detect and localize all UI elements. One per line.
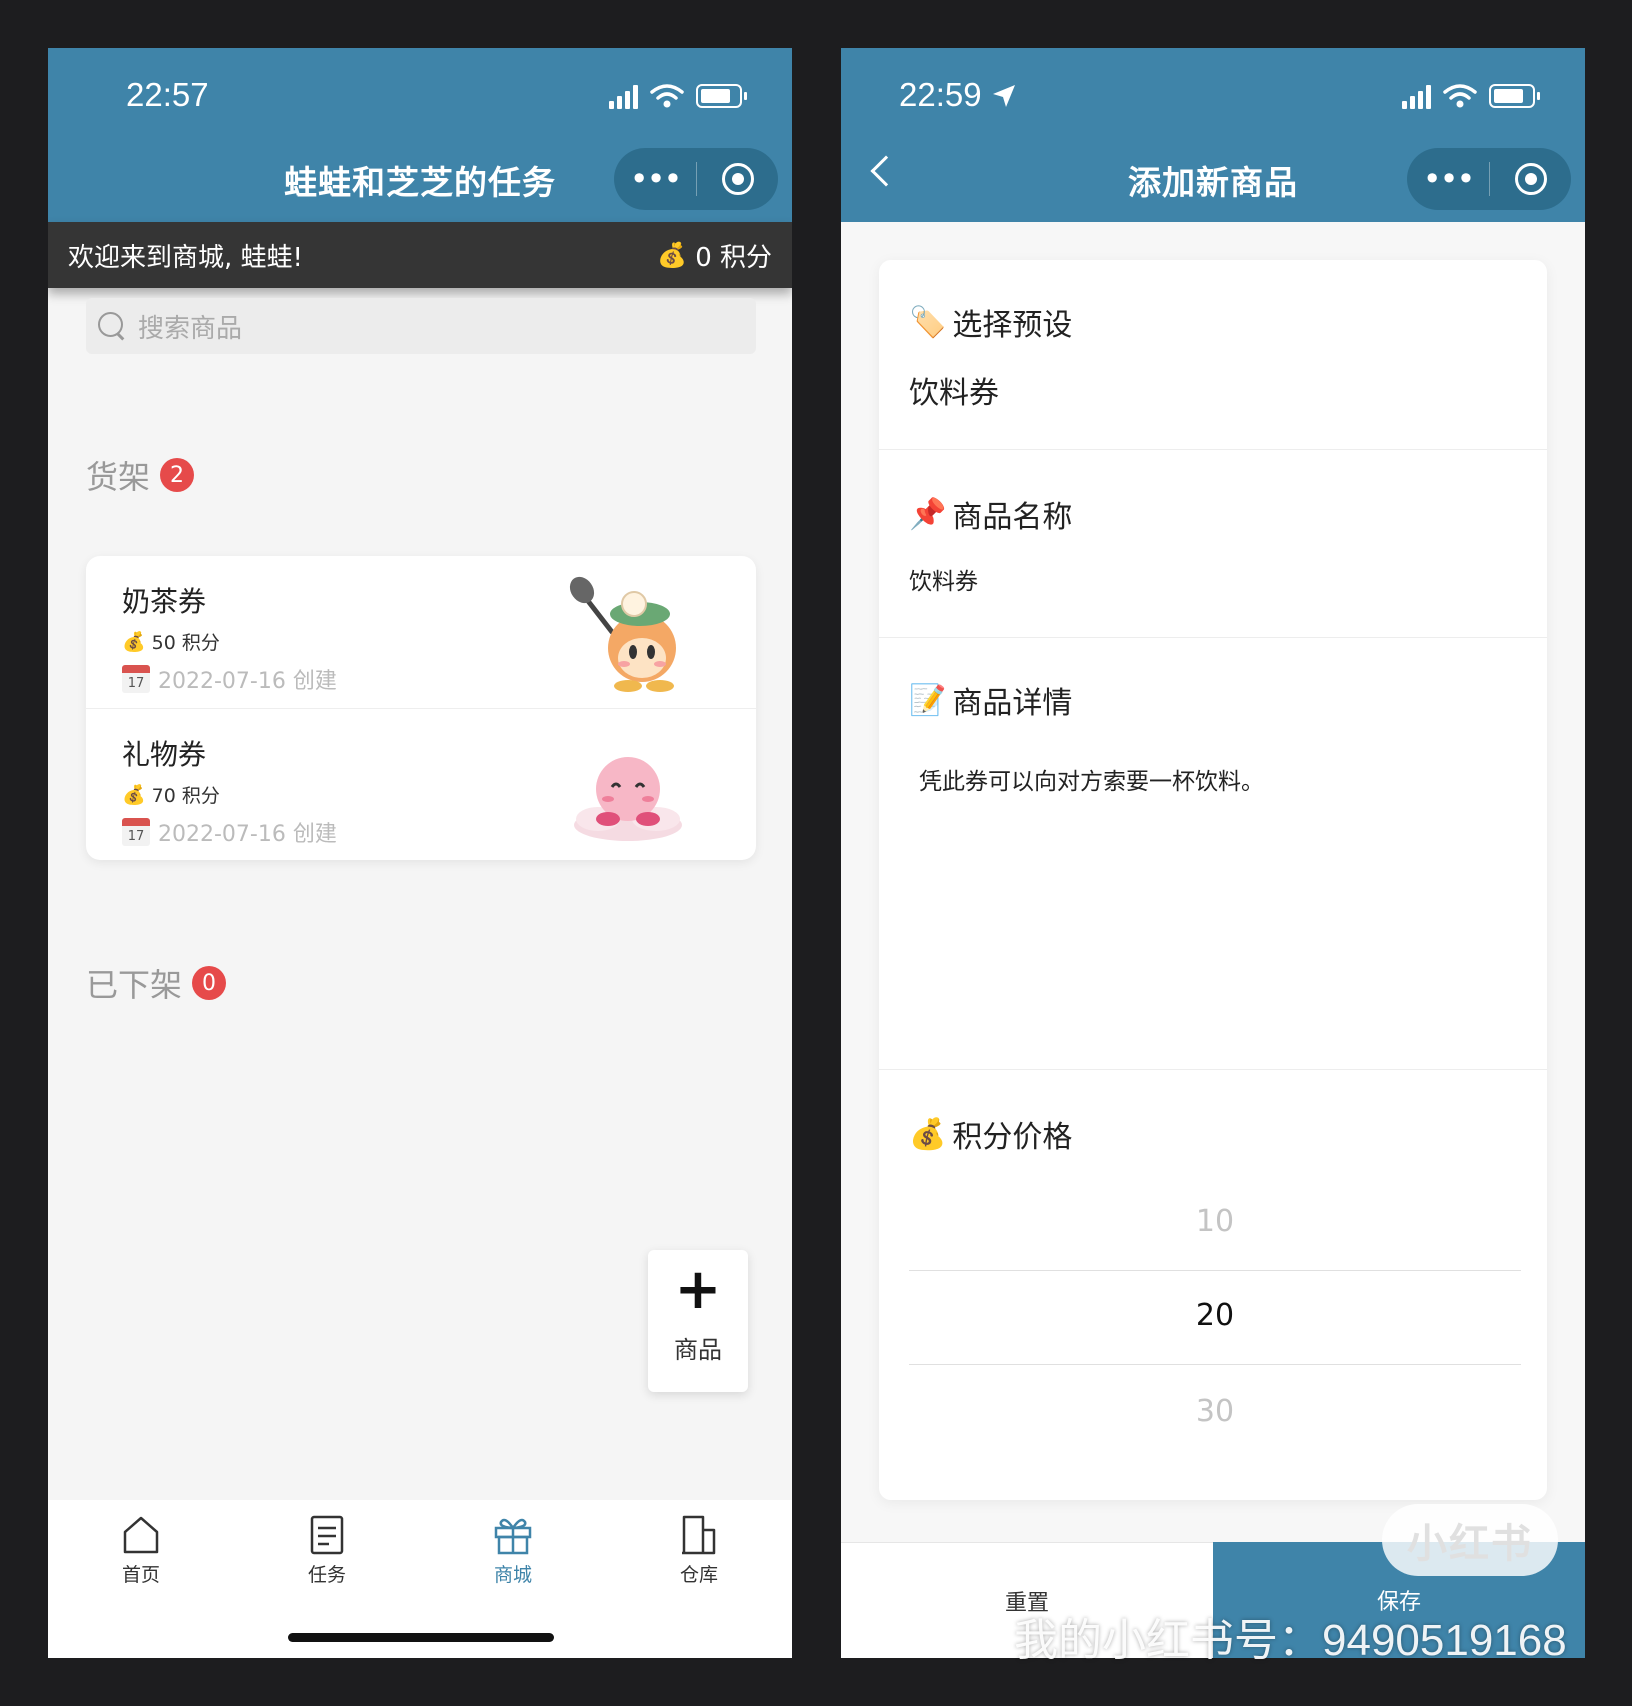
picker-indicator-bottom — [909, 1364, 1521, 1365]
memo-icon: 📝 — [909, 682, 947, 718]
price-label-text: 积分价格 — [952, 1120, 1073, 1155]
warehouse-icon — [682, 1515, 716, 1555]
money-bag-icon: 💰 — [122, 631, 146, 653]
product-name-input[interactable]: 饮料券 — [909, 562, 978, 596]
close-miniprogram-button[interactable] — [1490, 163, 1571, 195]
home-icon — [123, 1516, 159, 1554]
location-arrow-icon — [992, 85, 1015, 107]
calendar-icon: 17 — [122, 665, 150, 693]
wifi-icon — [1443, 84, 1477, 108]
tab-home[interactable]: 首页 — [81, 1514, 201, 1587]
offshelf-label: 已下架 — [86, 966, 183, 1004]
tab-tasks[interactable]: 任务 — [267, 1514, 387, 1587]
name-label: 📌 商品名称 — [909, 492, 1072, 536]
xiaohongshu-logo: 小红书 — [1382, 1504, 1558, 1576]
tab-tasks-label: 任务 — [307, 1564, 346, 1586]
points-balance: 💰 0 积分 — [657, 237, 772, 274]
calendar-icon: 17 — [122, 818, 150, 846]
tab-warehouse-label: 仓库 — [679, 1564, 718, 1586]
close-miniprogram-button[interactable] — [697, 163, 778, 195]
wifi-icon — [650, 84, 684, 108]
welcome-text: 欢迎来到商城, 蛙蛙! — [68, 242, 303, 273]
offshelf-count-badge: 0 — [192, 966, 227, 1000]
item-date-value: 2022-07-16 创建 — [158, 822, 337, 847]
miniprogram-capsule: ••• — [614, 148, 778, 210]
tab-bar: 首页 任务 商城 仓库 — [48, 1500, 792, 1658]
label-tag-icon: 🏷️ — [909, 304, 947, 340]
search-icon — [98, 312, 126, 340]
shelf-list: 奶茶券 💰 50 积分 17 2022-07-16 创建 礼物券 💰 70 积分… — [86, 556, 756, 860]
target-icon — [721, 163, 754, 195]
name-section: 📌 商品名称 饮料券 — [879, 450, 1547, 638]
preset-section[interactable]: 🏷️ 选择预设 饮料券 — [879, 260, 1547, 450]
add-product-screen: 22:59 添加新商品 ••• 🏷️ 选择预设 饮料券 📌 商品名称 饮料券 📝… — [841, 48, 1585, 1658]
item-date-value: 2022-07-16 创建 — [158, 669, 337, 694]
more-button[interactable]: ••• — [1407, 148, 1489, 210]
price-option[interactable]: 30 — [909, 1394, 1521, 1429]
money-bag-icon: 💰 — [657, 241, 688, 269]
shelf-count-badge: 2 — [160, 458, 195, 492]
preset-label-text: 选择预设 — [952, 308, 1073, 343]
offshelf-section-header[interactable]: 已下架 0 — [86, 960, 227, 1006]
name-label-text: 商品名称 — [952, 500, 1073, 535]
item-points-value: 70 积分 — [151, 785, 220, 807]
price-option-selected[interactable]: 20 — [909, 1298, 1521, 1333]
more-button[interactable]: ••• — [614, 148, 696, 210]
tab-warehouse[interactable]: 仓库 — [639, 1514, 759, 1587]
preset-label: 🏷️ 选择预设 — [909, 300, 1072, 344]
status-bar: 22:59 添加新商品 ••• — [841, 48, 1585, 222]
welcome-bar: 欢迎来到商城, 蛙蛙! 💰 0 积分 — [48, 222, 792, 288]
add-product-button[interactable]: + 商品 — [648, 1250, 748, 1392]
money-bag-icon: 💰 — [909, 1116, 947, 1152]
search-placeholder: 搜索商品 — [138, 313, 243, 344]
plus-icon: + — [674, 1257, 722, 1322]
detail-section: 📝 商品详情 凭此券可以向对方索要一杯饮料。 — [879, 638, 1547, 1070]
status-time-value: 22:59 — [899, 76, 982, 113]
item-points-value: 50 积分 — [151, 632, 220, 654]
watermark-text: 我的小红书号：9490519168 — [1014, 1616, 1567, 1665]
money-bag-icon: 💰 — [122, 784, 146, 806]
task-icon — [310, 1515, 344, 1555]
pushpin-icon: 📌 — [909, 496, 947, 532]
product-detail-textarea[interactable]: 凭此券可以向对方索要一杯饮料。 — [919, 762, 1264, 796]
price-label: 💰 积分价格 — [909, 1112, 1072, 1156]
preset-select[interactable]: 饮料券 — [909, 368, 999, 412]
search-input[interactable]: 搜索商品 — [86, 298, 756, 354]
home-indicator — [288, 1633, 554, 1642]
list-item[interactable]: 礼物券 💰 70 积分 17 2022-07-16 创建 — [86, 708, 756, 860]
system-icons — [1402, 83, 1540, 109]
picker-indicator-top — [909, 1270, 1521, 1271]
product-form: 🏷️ 选择预设 饮料券 📌 商品名称 饮料券 📝 商品详情 凭此券可以向对方索要… — [879, 260, 1547, 1500]
shelf-section-header[interactable]: 货架 2 — [86, 452, 195, 498]
add-product-label: 商品 — [674, 1336, 722, 1364]
tab-shop-label: 商城 — [493, 1564, 532, 1586]
target-icon — [1514, 163, 1547, 195]
status-time: 22:59 — [899, 76, 1017, 114]
price-option[interactable]: 10 — [909, 1204, 1521, 1239]
tab-shop[interactable]: 商城 — [453, 1514, 573, 1587]
list-item[interactable]: 奶茶券 💰 50 积分 17 2022-07-16 创建 — [86, 556, 756, 708]
tab-home-label: 首页 — [121, 1564, 160, 1586]
battery-icon — [1489, 84, 1540, 108]
shop-screen: 22:57 蛙蛙和芝芝的任务 ••• 欢迎来到商城, 蛙蛙! 💰 0 积分 搜索… — [48, 48, 792, 1658]
shelf-label: 货架 — [86, 458, 151, 496]
miniprogram-capsule: ••• — [1407, 148, 1571, 210]
status-bar: 22:57 蛙蛙和芝芝的任务 ••• — [48, 48, 792, 222]
points-balance-value: 0 积分 — [695, 242, 772, 273]
kirby-on-cloud-sticker — [574, 757, 682, 841]
system-icons — [609, 83, 747, 109]
gift-icon — [494, 1518, 532, 1555]
battery-icon — [696, 84, 747, 108]
price-section: 💰 积分价格 10 20 30 — [879, 1070, 1547, 1500]
signal-icon — [609, 83, 638, 109]
detail-label-text: 商品详情 — [952, 686, 1073, 721]
detail-label: 📝 商品详情 — [909, 678, 1072, 722]
signal-icon — [1402, 83, 1431, 109]
status-time: 22:57 — [126, 76, 209, 113]
waddle-dee-chef-sticker — [569, 576, 676, 692]
